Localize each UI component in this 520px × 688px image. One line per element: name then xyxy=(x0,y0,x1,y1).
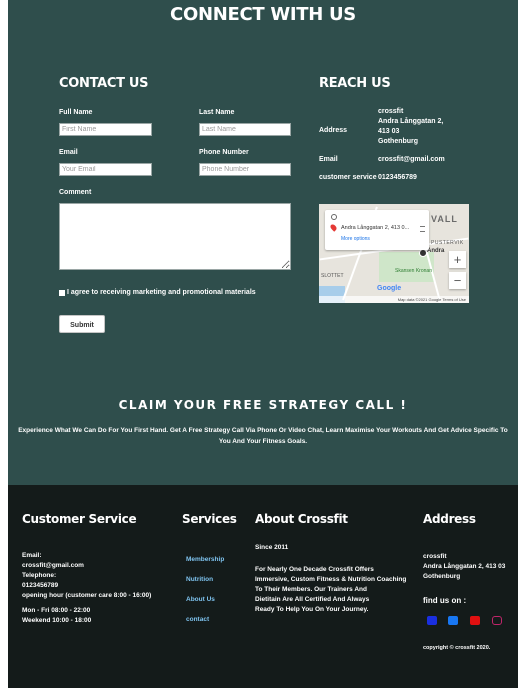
customer-service-label: customer service xyxy=(319,174,377,181)
youtube-icon[interactable] xyxy=(470,616,480,625)
reach-email-label: Email xyxy=(319,156,338,163)
footer-address-line: Gothenburg xyxy=(423,573,461,580)
instagram-icon[interactable] xyxy=(492,616,502,625)
first-name-input[interactable] xyxy=(59,123,152,136)
phone-label: Phone Number xyxy=(199,149,249,156)
footer-weekdays: Mon - Fri 08:00 - 22:00 xyxy=(22,607,91,614)
footer-address: crossfit Andra Långgatan 2, 413 03 Gothe… xyxy=(423,552,505,582)
agree-checkbox[interactable] xyxy=(59,290,65,296)
customer-service-value: 0123456789 xyxy=(378,174,417,181)
about-text: For Nearly One Decade Crossfit Offers Im… xyxy=(255,565,406,615)
address-value: crossfit Andra Långgatan 2, 413 03 Gothe… xyxy=(378,107,443,147)
map-park xyxy=(379,252,434,282)
services-link-nutrition[interactable]: Nutrition xyxy=(186,576,213,583)
google-map[interactable]: VALL PUSTERVIK Andra Skansen Kronan SLOT… xyxy=(319,204,469,303)
reach-heading: REACH US xyxy=(319,76,391,91)
map-credit: Map data ©2021 Google Terms of Use xyxy=(319,296,469,303)
footer-weekend: Weekend 10:00 - 18:00 xyxy=(22,617,92,624)
origin-icon xyxy=(331,214,337,220)
services-link-membership[interactable]: Membership xyxy=(186,556,224,563)
google-logo: Google xyxy=(377,285,402,292)
more-options-link[interactable]: More options xyxy=(341,236,370,242)
first-name-label: Full Name xyxy=(59,109,93,116)
about-line: For Nearly One Decade Crossfit Offers xyxy=(255,566,374,573)
map-info-card: Andra Långgatan 2, 413 0... More options xyxy=(325,210,429,250)
email-input[interactable] xyxy=(59,163,152,176)
services-link-contact[interactable]: contact xyxy=(186,616,209,623)
zoom-out-button[interactable]: − xyxy=(449,272,466,289)
footer-address-line: Andra Långgatan 2, 413 03 xyxy=(423,563,506,570)
about-line: Ready To Help You On Your Journey. xyxy=(255,606,369,613)
about-heading: About Crossfit xyxy=(255,512,348,526)
phone-input[interactable] xyxy=(199,163,291,176)
find-us-label: find us on : xyxy=(423,596,467,605)
claim-body: Experience What We Can Do For You First … xyxy=(18,427,508,445)
contact-section: CONNECT WITH US CONTACT US Full Name Las… xyxy=(8,0,518,485)
agree-label: I agree to receiving marketing and promo… xyxy=(67,289,256,296)
address-label: Address xyxy=(319,127,348,134)
footer-telephone-label: Telephone: xyxy=(22,572,57,579)
footer-telephone-value: 0123456789 xyxy=(22,582,59,589)
map-label-pustervik: PUSTERVIK xyxy=(431,240,464,246)
swap-icon[interactable] xyxy=(420,226,425,232)
map-pin-icon xyxy=(329,223,338,232)
zoom-in-button[interactable]: + xyxy=(449,251,466,268)
map-label-valla: VALL xyxy=(431,214,458,224)
footer-email-value: crossfit@gmail.com xyxy=(22,562,84,569)
address-line: Gothenburg xyxy=(378,138,419,145)
social-icon-1[interactable] xyxy=(427,616,437,625)
footer-email-label: Email: xyxy=(22,552,42,559)
services-link-about-us[interactable]: About Us xyxy=(186,596,215,603)
comment-label: Comment xyxy=(59,189,92,196)
address-line: 413 03 xyxy=(378,128,400,135)
facebook-icon[interactable] xyxy=(448,616,458,625)
map-marker-dot xyxy=(419,249,427,257)
address-line: Andra Långgatan 2, xyxy=(378,118,444,125)
customer-service-heading: Customer Service xyxy=(22,512,137,526)
email-label: Email xyxy=(59,149,78,156)
last-name-label: Last Name xyxy=(199,109,235,116)
address-line: crossfit xyxy=(378,108,404,115)
footer-hours-label: opening hour (customer care 8:00 - 16:00… xyxy=(22,592,152,599)
customer-service-info: Email: crossfit@gmail.com Telephone: 012… xyxy=(22,551,151,626)
about-since: Since 2011 xyxy=(255,544,289,551)
page: CONNECT WITH US CONTACT US Full Name Las… xyxy=(0,0,520,688)
footer: Customer Service Email: crossfit@gmail.c… xyxy=(8,485,518,688)
footer-address-line: crossfit xyxy=(423,553,447,560)
left-margin xyxy=(0,0,8,688)
map-label-skansen: Skansen Kronan xyxy=(395,268,432,274)
last-name-input[interactable] xyxy=(199,123,291,136)
copyright: copyright © crossfit 2020. xyxy=(423,645,491,651)
reach-email-value: crossfit@gmail.com xyxy=(378,156,445,163)
submit-button[interactable]: Submit xyxy=(59,315,105,333)
address-heading: Address xyxy=(423,512,476,526)
claim-title: CLAIM YOUR FREE STRATEGY CALL ! xyxy=(118,398,408,412)
map-address: Andra Långgatan 2, 413 0... xyxy=(341,225,410,231)
comment-textarea[interactable] xyxy=(59,203,291,270)
about-line: Immersive, Custom Fitness & Nutrition Co… xyxy=(255,576,407,583)
contact-heading: CONTACT US xyxy=(59,76,149,91)
about-line: To Their Members. Our Trainers And xyxy=(255,586,367,593)
page-title: CONNECT WITH US xyxy=(170,4,356,25)
services-heading: Services xyxy=(182,512,237,526)
map-label-slottet: SLOTTET xyxy=(321,273,344,279)
map-label-andra: Andra xyxy=(427,248,445,254)
about-line: Dietitain Are All Certified And Always xyxy=(255,596,370,603)
